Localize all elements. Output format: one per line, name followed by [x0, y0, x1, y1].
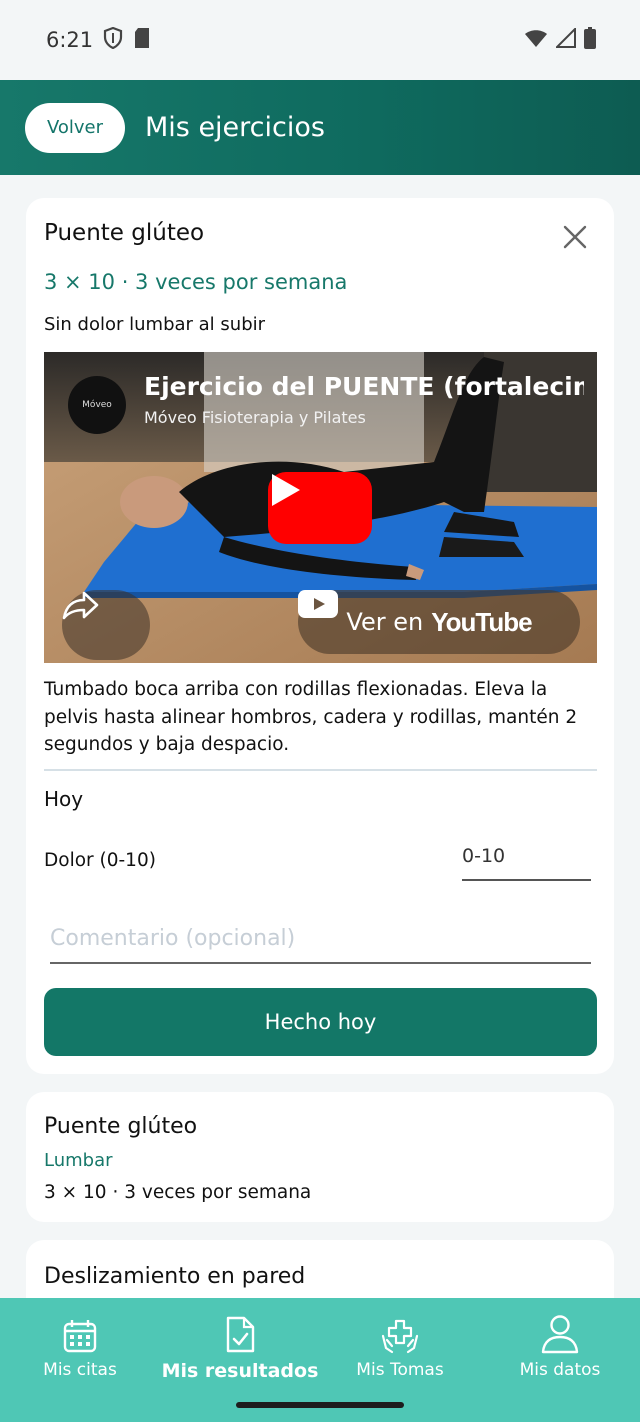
play-button[interactable]: [268, 472, 372, 544]
sd-card-icon: [133, 27, 151, 54]
back-button[interactable]: Volver: [25, 102, 125, 153]
gesture-bar[interactable]: [236, 1402, 404, 1408]
nav-label: Mis datos: [519, 1360, 601, 1380]
exercise-list-title: Puente glúteo: [44, 1114, 198, 1139]
nav-item-mis-citas[interactable]: Mis citas: [0, 1310, 160, 1380]
battery-icon: [584, 27, 596, 53]
nav-item-mis-resultados[interactable]: Mis resultados: [160, 1310, 320, 1382]
channel-logo[interactable]: Móveo: [68, 376, 126, 434]
youtube-wordmark: YouTube: [431, 606, 532, 637]
comment-input[interactable]: Comentario (opcional): [50, 926, 591, 964]
exercise-goal: Sin dolor lumbar al subir: [44, 314, 266, 335]
shield-icon: [103, 26, 123, 54]
watch-on-label: Ver en: [346, 608, 424, 636]
exercise-list-dose: 3 × 10 · 3 veces por semana: [44, 1182, 312, 1203]
wifi-icon: [524, 28, 548, 52]
watch-on-youtube-button[interactable]: Ver en YouTube: [298, 590, 580, 654]
video-channel[interactable]: Móveo Fisioterapia y Pilates: [144, 408, 366, 427]
bottom-nav: Mis citas Mis resultados Mis Tomas Mis d…: [0, 1298, 640, 1422]
hands-medical-icon: [320, 1310, 480, 1354]
done-today-button[interactable]: Hecho hoy: [44, 988, 597, 1056]
status-bar: 6:21: [0, 0, 640, 80]
today-heading: Hoy: [44, 787, 84, 811]
exercise-description: Tumbado boca arriba con rodillas flexion…: [44, 679, 578, 755]
status-time: 6:21: [46, 28, 94, 52]
play-icon: [272, 474, 300, 506]
exercise-list-item[interactable]: Puente glúteo Lumbar 3 × 10 · 3 veces po…: [26, 1092, 614, 1222]
video-player[interactable]: Móveo Ejercicio del PUENTE (fortalecimie…: [44, 352, 597, 663]
nav-label: Mis Tomas: [356, 1360, 444, 1380]
nav-label: Mis citas: [43, 1360, 117, 1380]
calendar-icon: [0, 1310, 160, 1354]
pain-label: Dolor (0-10): [44, 850, 156, 871]
youtube-logo-icon: [298, 590, 338, 618]
exercise-title: Puente glúteo: [44, 220, 205, 246]
nav-label: Mis resultados: [161, 1360, 319, 1382]
share-arrow-icon: [62, 591, 99, 620]
exercise-detail-card: Puente glúteo 3 × 10 · 3 veces por seman…: [26, 198, 614, 1074]
divider: [44, 769, 597, 771]
close-icon[interactable]: [562, 224, 588, 250]
nav-item-mis-tomas[interactable]: Mis Tomas: [320, 1310, 480, 1380]
nav-item-mis-datos[interactable]: Mis datos: [480, 1310, 640, 1380]
clipboard-check-icon: [160, 1310, 320, 1354]
pain-input[interactable]: 0-10: [462, 845, 591, 881]
user-icon: [480, 1310, 640, 1354]
exercise-list-area: Lumbar: [44, 1150, 113, 1171]
signal-icon: [554, 26, 576, 52]
page-title: Mis ejercicios: [145, 112, 325, 143]
share-button[interactable]: [62, 590, 150, 660]
exercise-dose: 3 × 10 · 3 veces por semana: [44, 270, 348, 294]
exercise-list-title: Deslizamiento en pared: [44, 1264, 306, 1289]
app-header: Volver Mis ejercicios: [0, 80, 640, 175]
video-title[interactable]: Ejercicio del PUENTE (fortalecimiento: [144, 372, 584, 401]
